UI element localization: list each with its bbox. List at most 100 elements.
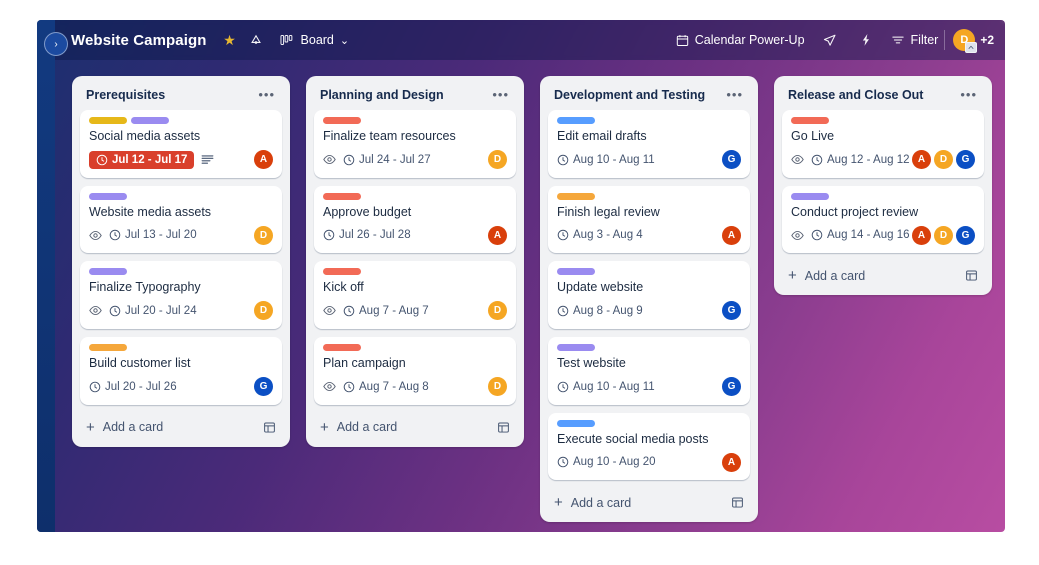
label-chip[interactable]	[557, 192, 595, 200]
due-date-badge[interactable]: Jul 12 - Jul 17	[89, 150, 195, 169]
label-chip[interactable]	[89, 268, 127, 276]
due-date-badge[interactable]: Aug 10 - Aug 11	[557, 381, 655, 393]
card[interactable]: Build customer list Jul 20 - Jul 26 G	[80, 336, 282, 405]
sidebar-expand-button[interactable]: ›	[44, 32, 68, 56]
due-date-badge[interactable]: Jul 26 - Jul 28	[323, 229, 411, 241]
board-canvas: › Website Campaign ★ Board ⌄ Calendar Po…	[44, 20, 1005, 532]
filter-icon	[891, 34, 905, 46]
watch-icon[interactable]	[89, 305, 102, 316]
calendar-power-up-button[interactable]: Calendar Power-Up	[676, 33, 805, 47]
watch-icon[interactable]	[323, 305, 336, 316]
avatar[interactable]: D	[953, 29, 978, 53]
member-avatar[interactable]: A	[488, 225, 507, 245]
due-date-badge[interactable]: Jul 24 - Jul 27	[343, 154, 431, 166]
member-avatar[interactable]: G	[722, 301, 741, 321]
card[interactable]: Finish legal review Aug 3 - Aug 4 A	[548, 185, 750, 254]
label-chip[interactable]	[791, 117, 829, 124]
member-avatar[interactable]: A	[254, 150, 273, 170]
card-template-icon[interactable]	[497, 421, 510, 434]
label-chip[interactable]	[323, 117, 361, 124]
card-members: A	[254, 150, 273, 170]
due-date-badge[interactable]: Aug 3 - Aug 4	[557, 229, 643, 241]
card[interactable]: Update website Aug 8 - Aug 9 G	[548, 261, 750, 329]
label-chip[interactable]	[323, 268, 361, 276]
list-menu-button[interactable]: •••	[957, 88, 980, 101]
member-avatar[interactable]: D	[254, 301, 273, 321]
member-avatar[interactable]: A	[912, 150, 931, 170]
card[interactable]: Website media assets Jul 13 - Jul 20 D	[80, 185, 282, 254]
label-chip[interactable]	[557, 268, 595, 276]
label-chip[interactable]	[131, 117, 169, 124]
card[interactable]: Approve budget Jul 26 - Jul 28 A	[314, 185, 516, 254]
add-card-button[interactable]: + Add a card	[548, 488, 750, 516]
due-date-badge[interactable]: Jul 20 - Jul 26	[89, 381, 177, 393]
label-chip[interactable]	[791, 192, 829, 200]
member-avatar[interactable]: D	[934, 225, 953, 245]
label-chip[interactable]	[89, 117, 127, 124]
member-avatar[interactable]: D	[254, 225, 273, 245]
list-menu-button[interactable]: •••	[723, 88, 746, 101]
due-date-badge[interactable]: Aug 8 - Aug 9	[557, 305, 643, 317]
card-template-icon[interactable]	[731, 496, 744, 509]
member-avatar[interactable]: D	[488, 301, 507, 321]
card[interactable]: Test website Aug 10 - Aug 11 G	[548, 336, 750, 405]
label-chip[interactable]	[557, 117, 595, 124]
due-date-badge[interactable]: Jul 13 - Jul 20	[109, 229, 197, 241]
filter-button[interactable]: Filter	[891, 33, 938, 47]
due-date-badge[interactable]: Aug 7 - Aug 7	[343, 305, 429, 317]
list-menu-button[interactable]: •••	[489, 88, 512, 101]
label-chip[interactable]	[323, 343, 361, 351]
member-avatar[interactable]: G	[956, 150, 975, 170]
workspace-visible-icon[interactable]	[245, 29, 267, 51]
watch-icon[interactable]	[89, 230, 102, 241]
add-card-button[interactable]: + Add a card	[314, 413, 516, 441]
card[interactable]: Edit email drafts Aug 10 - Aug 11 G	[548, 110, 750, 178]
label-chip[interactable]	[557, 343, 595, 351]
card[interactable]: Conduct project review Aug 14 - Aug 16 A D G	[782, 185, 984, 254]
due-date-badge[interactable]: Aug 14 - Aug 16	[811, 229, 909, 241]
watch-icon[interactable]	[791, 230, 804, 241]
due-date-badge[interactable]: Jul 20 - Jul 24	[109, 305, 197, 317]
label-chip[interactable]	[89, 343, 127, 351]
lightning-icon[interactable]	[855, 29, 877, 51]
watch-icon[interactable]	[323, 154, 336, 165]
card[interactable]: Finalize team resources Jul 24 - Jul 27 D	[314, 110, 516, 178]
watch-icon[interactable]	[791, 154, 804, 165]
label-chip[interactable]	[89, 192, 127, 200]
extra-members-count[interactable]: +2	[980, 33, 994, 47]
card-template-icon[interactable]	[263, 421, 276, 434]
member-avatar[interactable]: G	[956, 225, 975, 245]
member-avatar[interactable]: G	[722, 377, 741, 396]
card[interactable]: Execute social media posts Aug 10 - Aug 2…	[548, 412, 750, 481]
card[interactable]: Kick off Aug 7 - Aug 7 D	[314, 261, 516, 329]
due-date-badge[interactable]: Aug 10 - Aug 11	[557, 154, 655, 166]
card-meta-left: Aug 12 - Aug 12	[791, 154, 912, 166]
clock-icon	[811, 229, 823, 241]
card[interactable]: Social media assets Jul 12 - Jul 17 A	[80, 110, 282, 178]
label-chip[interactable]	[323, 192, 361, 200]
star-icon[interactable]: ★	[219, 29, 241, 51]
member-avatar[interactable]: G	[254, 377, 273, 396]
board-view-switcher[interactable]: Board ⌄	[279, 29, 349, 51]
member-avatar[interactable]: A	[722, 225, 741, 245]
page-title: Website Campaign	[71, 31, 207, 49]
label-chip[interactable]	[557, 419, 595, 427]
due-date-badge[interactable]: Aug 10 - Aug 20	[557, 456, 655, 468]
watch-icon[interactable]	[323, 381, 336, 392]
member-avatar[interactable]: G	[722, 150, 741, 170]
member-avatar[interactable]: A	[912, 225, 931, 245]
card[interactable]: Plan campaign Aug 7 - Aug 8 D	[314, 336, 516, 405]
add-card-button[interactable]: + Add a card	[782, 261, 984, 289]
member-avatar[interactable]: D	[488, 150, 507, 170]
list-menu-button[interactable]: •••	[255, 88, 278, 101]
member-avatar[interactable]: D	[488, 377, 507, 396]
due-date-badge[interactable]: Aug 7 - Aug 8	[343, 381, 429, 393]
member-avatar[interactable]: D	[934, 150, 953, 170]
member-avatar[interactable]: A	[722, 452, 741, 472]
card-template-icon[interactable]	[965, 269, 978, 282]
due-date-badge[interactable]: Aug 12 - Aug 12	[811, 154, 909, 166]
card[interactable]: Finalize Typography Jul 20 - Jul 24 D	[80, 261, 282, 329]
card[interactable]: Go Live Aug 12 - Aug 12 A D G	[782, 110, 984, 178]
add-card-button[interactable]: + Add a card	[80, 413, 282, 441]
send-icon[interactable]	[819, 29, 841, 51]
